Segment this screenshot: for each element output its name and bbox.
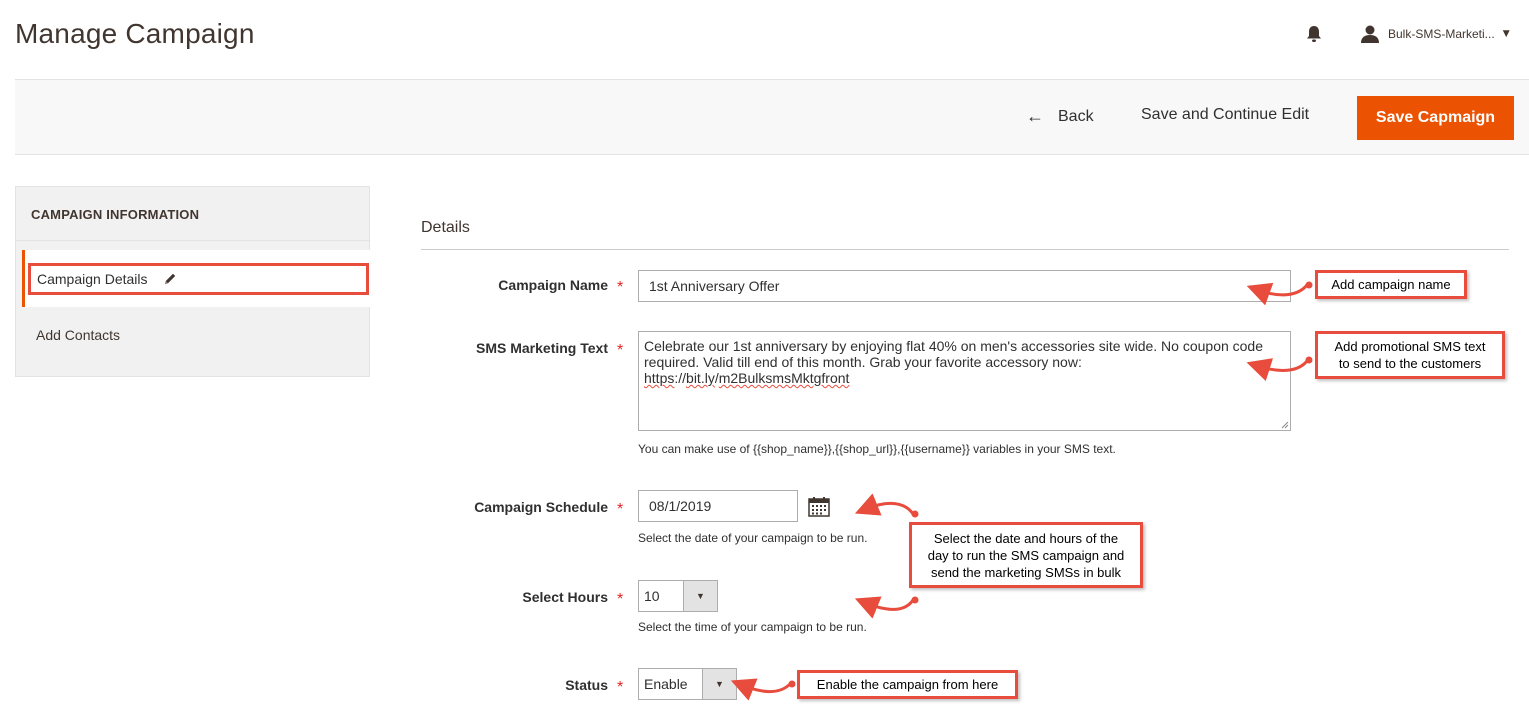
save-and-continue-button[interactable]: Save and Continue Edit (1141, 106, 1309, 124)
status-dropdown[interactable]: Enable ▼ (638, 668, 737, 700)
campaign-sidebar: CAMPAIGN INFORMATION Campaign Details Ad… (15, 186, 371, 377)
arrow-left-icon: ← (1026, 106, 1044, 126)
callout-text: day to run the SMS campaign and (927, 547, 1125, 563)
sidebar-item-add-contacts[interactable]: Add Contacts (36, 327, 120, 343)
arrow-to-schedule (854, 493, 915, 516)
callout-sms-text: Add promotional SMS text to send to the … (1315, 331, 1505, 379)
arrow-to-status (730, 678, 792, 701)
hours-note: Select the time of your campaign to be r… (638, 620, 867, 634)
sms-text-note: You can make use of {{shop_name}},{{shop… (638, 442, 1116, 456)
back-button[interactable]: ← Back (1026, 106, 1094, 127)
sidebar-item-campaign-details[interactable]: Campaign Details (28, 263, 369, 295)
arrow-to-hours (854, 596, 915, 619)
callout-text: to send to the customers (1338, 356, 1482, 371)
campaign-schedule-input[interactable]: 08/1/2019 (638, 490, 798, 522)
callout-text: Add campaign name (1331, 277, 1451, 292)
sms-text-label: SMS Marketing Text (476, 340, 608, 356)
required-mark: * (617, 591, 624, 608)
sidebar-title: CAMPAIGN INFORMATION (31, 207, 200, 222)
status-value: Enable (644, 676, 688, 692)
page-title: Manage Campaign (15, 18, 255, 49)
user-name[interactable]: Bulk-SMS-Marketi... (1388, 27, 1495, 41)
callout-text: send the marketing SMSs in bulk (930, 564, 1122, 580)
pencil-icon (162, 271, 178, 287)
campaign-schedule-label: Campaign Schedule (474, 499, 608, 515)
sidebar-divider (16, 240, 369, 241)
sms-text-line: required. Valid till end of this month. … (644, 354, 1082, 370)
section-title: Details (421, 219, 470, 236)
callout-schedule: Select the date and hours of the day to … (909, 522, 1143, 588)
schedule-note: Select the date of your campaign to be r… (638, 531, 868, 545)
select-hours-value: 10 (644, 588, 660, 604)
section-divider (421, 249, 1509, 250)
required-mark: * (617, 679, 624, 696)
campaign-name-input[interactable]: 1st Anniversary Offer (638, 270, 1291, 302)
calendar-icon[interactable] (808, 497, 830, 521)
sms-text-line: Celebrate our 1st anniversary by enjoyin… (644, 338, 1264, 354)
bell-icon[interactable] (1304, 24, 1324, 44)
chevron-down-icon[interactable]: ▼ (683, 581, 717, 611)
select-hours-dropdown[interactable]: 10 ▼ (638, 580, 718, 612)
required-mark: * (617, 342, 624, 359)
sidebar-item-label: Campaign Details (37, 271, 148, 287)
callout-text: Add promotional SMS text (1334, 339, 1486, 354)
back-button-label: Back (1058, 107, 1094, 125)
select-hours-label: Select Hours (522, 589, 608, 605)
user-icon[interactable] (1360, 24, 1380, 44)
required-mark: * (617, 279, 624, 296)
chevron-down-icon[interactable]: ▼ (1503, 29, 1510, 39)
header-user-area: Bulk-SMS-Marketi... ▼ (1304, 22, 1510, 46)
callout-status: Enable the campaign from here (797, 670, 1018, 699)
sms-text-textarea[interactable]: Celebrate our 1st anniversary by enjoyin… (638, 331, 1291, 431)
callout-campaign-name: Add campaign name (1315, 270, 1467, 299)
sms-text-link: https://bit.ly/m2BulksmsMktgfront (644, 370, 850, 386)
chevron-down-icon[interactable]: ▼ (702, 669, 736, 699)
callout-text: Select the date and hours of the (933, 530, 1119, 546)
callout-text: Enable the campaign from here (816, 677, 999, 692)
status-label: Status (565, 677, 608, 693)
campaign-name-label: Campaign Name (498, 277, 608, 293)
resize-handle-icon[interactable] (1280, 420, 1289, 429)
required-mark: * (617, 501, 624, 518)
save-campaign-button[interactable]: Save Capmaign (1357, 96, 1514, 140)
